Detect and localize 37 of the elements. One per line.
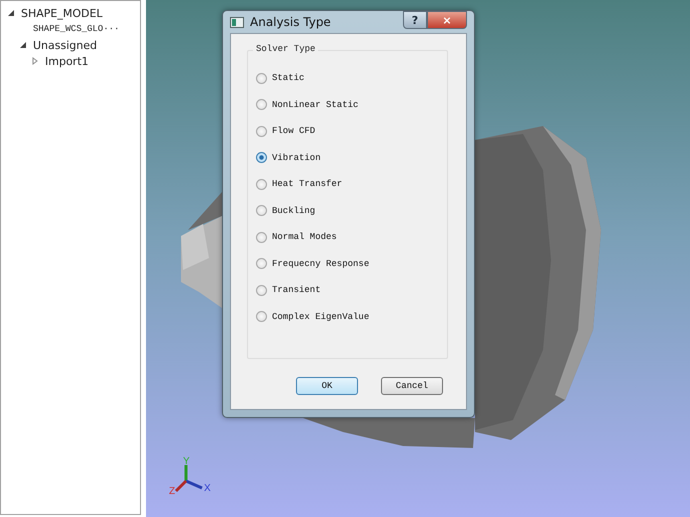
- help-button[interactable]: ?: [403, 11, 427, 29]
- radio-button[interactable]: [256, 258, 267, 270]
- radio-button[interactable]: [256, 152, 267, 164]
- cancel-button[interactable]: Cancel: [381, 377, 443, 395]
- radio-label[interactable]: Complex EigenValue: [272, 312, 370, 322]
- group-title: Solver Type: [253, 44, 318, 54]
- radio-button[interactable]: [256, 99, 267, 110]
- radio-label[interactable]: Vibration: [272, 152, 321, 163]
- tree-item[interactable]: Unassigned: [33, 38, 97, 52]
- radio-button[interactable]: [256, 311, 267, 322]
- expanded-arrow-icon[interactable]: [19, 41, 27, 49]
- ok-button[interactable]: OK: [296, 377, 358, 395]
- radio-button[interactable]: [256, 178, 267, 190]
- radio-button[interactable]: [256, 284, 267, 296]
- radio-button[interactable]: [256, 72, 267, 84]
- tree-item[interactable]: Import1: [45, 54, 89, 68]
- radio-label[interactable]: NonLinear Static: [272, 100, 358, 110]
- axis-label: Z: [169, 486, 176, 495]
- tree-item[interactable]: SHAPE_MODEL: [21, 6, 103, 20]
- radio-button[interactable]: [256, 126, 267, 137]
- window-icon: [230, 16, 244, 28]
- radio-label[interactable]: Heat Transfer: [272, 179, 342, 190]
- radio-button[interactable]: [256, 205, 267, 216]
- window-title: Analysis Type: [250, 15, 332, 29]
- radio-button[interactable]: [256, 232, 267, 243]
- axis-label: Y: [183, 456, 190, 467]
- radio-label[interactable]: Flow CFD: [272, 126, 316, 136]
- expanded-arrow-icon[interactable]: [7, 9, 15, 17]
- radio-label[interactable]: Buckling: [272, 206, 316, 216]
- axis-label: X: [204, 483, 211, 494]
- collapsed-arrow-icon[interactable]: [31, 57, 39, 65]
- radio-label[interactable]: Normal Modes: [272, 232, 337, 242]
- radio-label[interactable]: Static: [272, 73, 304, 84]
- radio-label[interactable]: Transient: [272, 285, 321, 296]
- radio-label[interactable]: Frequecny Response: [272, 258, 370, 269]
- tree-item[interactable]: SHAPE_WCS_GLO···: [33, 24, 120, 34]
- axis-triad-icon: [174, 465, 203, 492]
